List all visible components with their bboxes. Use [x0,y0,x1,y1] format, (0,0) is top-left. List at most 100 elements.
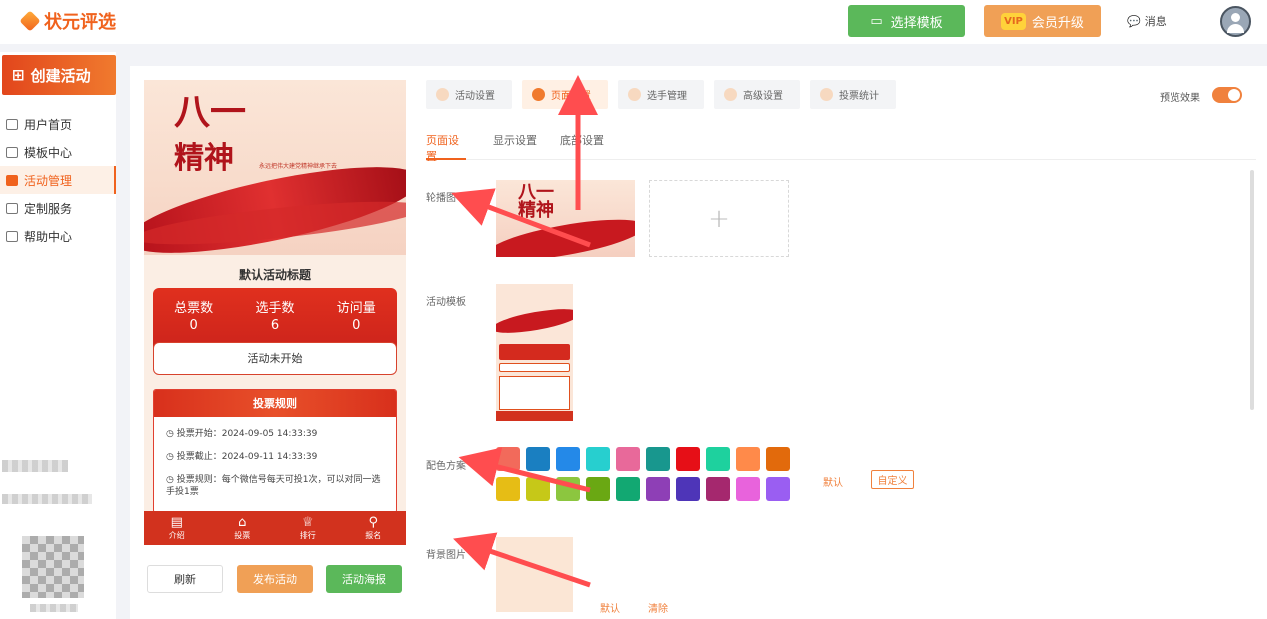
color-swatch[interactable] [706,477,730,501]
color-swatch[interactable] [646,477,670,501]
template-label: 活动模板 [426,297,466,308]
preview-tab-bar: ▤ 介绍 ⌂ 投票 ♕ 排行 ⚲ 报名 [144,511,406,545]
preview-tab-ranking[interactable]: ♕ 排行 [283,514,333,541]
color-swatch[interactable] [706,447,730,471]
tab-contestant-management[interactable]: 选手管理 [618,80,704,109]
color-swatch[interactable] [736,447,760,471]
folder-icon [6,146,18,158]
messages-link[interactable]: 💬 消息 [1127,13,1167,29]
background-default-link[interactable]: 默认 [600,600,620,615]
logo-text: 状元评选 [44,12,116,33]
gear-icon [724,88,737,101]
phone-preview: 八一 精神 永远把伟大建党精神继承下去 默认活动标题 总票数 0 选手数 6 访问量… [144,80,406,545]
user-avatar[interactable] [1220,6,1251,37]
activity-title: 默认活动标题 [238,268,311,282]
carousel-image-text: 八一 精神 [518,182,554,221]
template-thumbnail[interactable] [496,284,573,421]
ticket-icon [6,174,18,186]
home-icon: ⌂ [238,514,247,530]
sidebar-nav: 用户首页 模板中心 活动管理 定制服务 帮助中心 [0,110,116,250]
app-logo[interactable]: 状元评选 [19,8,116,34]
subtab-display-settings[interactable]: 显示设置 [493,132,537,160]
banner-calligraphy-2: 精神 [174,141,234,176]
link-icon [6,202,18,214]
color-swatch[interactable] [496,447,520,471]
color-swatch[interactable] [676,477,700,501]
vip-badge: VIP [1001,12,1026,30]
color-swatch[interactable] [616,447,640,471]
color-swatch[interactable] [676,447,700,471]
select-template-button[interactable]: ▭ 选择模板 [848,5,965,37]
help-icon [6,230,18,242]
tab-page-settings[interactable]: 页面设置 [522,80,608,109]
preview-tab-signup[interactable]: ⚲ 报名 [348,515,398,541]
stat-contestants: 选手数 6 [255,301,295,333]
sidebar-item-custom-service[interactable]: 定制服务 [0,194,116,222]
color-custom-button[interactable]: 自定义 [871,470,914,489]
rule-limit: ◷ 投票规则：每个微信号每天可投1次，可以对同一选手投1票 [166,475,381,497]
stat-total-votes: 总票数 0 [174,301,214,333]
sidebar-item-help[interactable]: 帮助中心 [0,222,116,250]
blurred-caption [30,604,78,612]
carousel-image[interactable]: 八一 精神 [496,180,635,257]
logo-icon [19,10,41,32]
background-image-preview[interactable] [496,537,573,612]
home-icon [6,118,18,130]
preview-toggle-label: 预览效果 [1160,93,1200,104]
color-swatch[interactable] [646,447,670,471]
preview-tab-intro[interactable]: ▤ 介绍 [152,514,202,541]
voting-rules-title: 投票规则 [154,390,396,417]
preview-tab-vote[interactable]: ⌂ 投票 [217,514,267,541]
preview-banner: 八一 精神 永远把伟大建党精神继承下去 [144,80,406,271]
color-swatch[interactable] [556,477,580,501]
color-swatch[interactable] [616,477,640,501]
color-swatch[interactable] [586,477,610,501]
color-swatch[interactable] [736,477,760,501]
stat-visits: 访问量 0 [336,301,376,333]
subtab-footer-settings[interactable]: 底部设置 [560,132,604,160]
blurred-contact-2 [2,494,92,504]
sidebar-item-templates[interactable]: 模板中心 [0,138,116,166]
tab-vote-stats[interactable]: 投票统计 [810,80,896,109]
activity-status: 活动未开始 [153,342,397,375]
top-bar: 状元评选 ▭ 选择模板 VIP 会员升级 💬 消息 [0,0,1267,44]
chat-bubble-icon: 💬 [1127,14,1141,28]
carousel-upload-button[interactable]: + [649,180,789,257]
tab-activity-settings[interactable]: 活动设置 [426,80,512,109]
color-swatch[interactable] [586,447,610,471]
document-icon: ▤ [170,514,183,530]
refresh-button[interactable]: 刷新 [147,565,223,593]
color-swatch[interactable] [766,477,790,501]
color-swatch-grid [496,447,790,501]
subtab-page-settings[interactable]: 页面设置 [426,132,466,163]
trophy-icon: ♕ [301,514,314,530]
color-swatch[interactable] [556,447,580,471]
color-swatch[interactable] [526,477,550,501]
users-icon [628,88,641,101]
publish-button[interactable]: 发布活动 [237,565,313,593]
color-swatch[interactable] [766,447,790,471]
sidebar-item-activity-management[interactable]: 活动管理 [0,166,116,194]
page-icon [532,88,545,101]
background-clear-link[interactable]: 清除 [648,600,668,615]
poster-button[interactable]: 活动海报 [326,565,402,593]
color-swatch[interactable] [496,477,520,501]
preview-toggle[interactable] [1212,87,1242,103]
chart-icon [820,88,833,101]
color-swatch[interactable] [526,447,550,471]
blurred-qr-code [22,536,84,598]
color-default-link[interactable]: 默认 [823,474,843,489]
create-activity-button[interactable]: ⊞ 创建活动 [2,55,116,95]
rule-end: ◷ 投票截止：2024-09-11 14:33:39 [166,452,318,462]
sidebar-item-home[interactable]: 用户首页 [0,110,116,138]
settings-scrollbar[interactable] [1250,170,1254,410]
plus-box-icon: ⊞ [12,66,25,84]
rule-start: ◷ 投票开始：2024-09-05 14:33:39 [166,429,318,439]
tab-advanced-settings[interactable]: 高级设置 [714,80,800,109]
blurred-contact-1 [2,460,68,472]
color-scheme-label: 配色方案 [426,461,466,472]
subtab-bar: 页面设置 显示设置 底部设置 [426,132,1256,163]
vip-upgrade-button[interactable]: VIP 会员升级 [984,5,1101,37]
banner-slogan: 永远把伟大建党精神继承下去 [259,163,338,170]
banner-calligraphy-1: 八一 [174,91,247,133]
